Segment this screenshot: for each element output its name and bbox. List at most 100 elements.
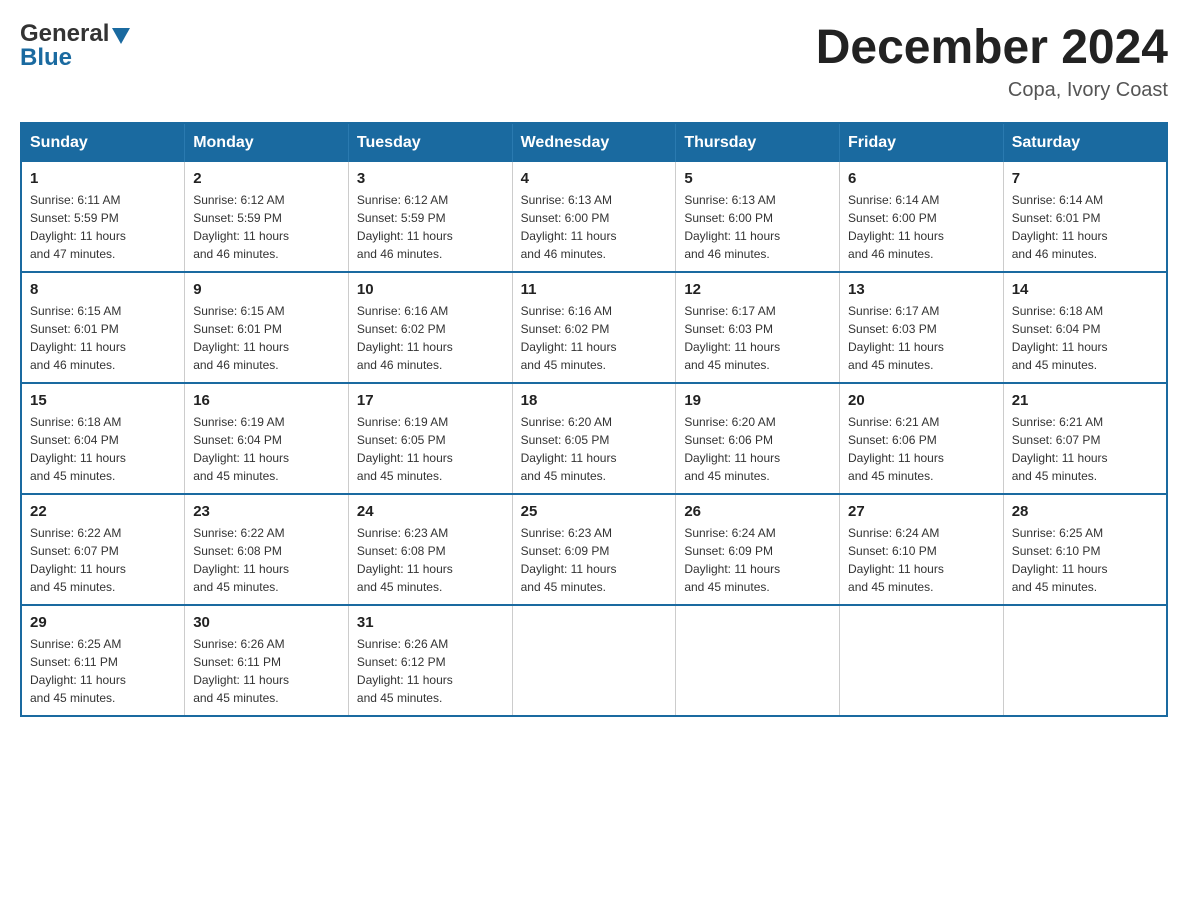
day-info: Sunrise: 6:25 AMSunset: 6:10 PMDaylight:…: [1012, 524, 1158, 596]
weekday-header-friday: Friday: [840, 123, 1004, 162]
day-number: 12: [684, 281, 831, 298]
calendar-cell: 20 Sunrise: 6:21 AMSunset: 6:06 PMDayligh…: [840, 383, 1004, 494]
calendar-week-row: 8 Sunrise: 6:15 AMSunset: 6:01 PMDaylight…: [21, 272, 1167, 383]
day-number: 20: [848, 392, 995, 409]
day-info: Sunrise: 6:17 AMSunset: 6:03 PMDaylight:…: [848, 302, 995, 374]
calendar-cell: 27Sunrise: 6:24 AMSunset: 6:10 PMDayligh…: [840, 494, 1004, 605]
calendar-cell: 1Sunrise: 6:11 AMSunset: 5:59 PMDaylight…: [21, 162, 185, 272]
day-number: 2: [193, 170, 340, 187]
day-info: Sunrise: 6:26 AMSunset: 6:11 PMDaylight:…: [193, 635, 340, 707]
calendar-cell: [512, 605, 676, 716]
calendar-cell: 15 Sunrise: 6:18 AMSunset: 6:04 PMDayligh…: [21, 383, 185, 494]
weekday-header-monday: Monday: [185, 123, 349, 162]
calendar-cell: 9 Sunrise: 6:15 AMSunset: 6:01 PMDaylight…: [185, 272, 349, 383]
location: Copa, Ivory Coast: [816, 79, 1168, 102]
day-info: Sunrise: 6:17 AMSunset: 6:03 PMDaylight:…: [684, 302, 831, 374]
day-number: 24: [357, 503, 504, 520]
day-info: Sunrise: 6:26 AMSunset: 6:12 PMDaylight:…: [357, 635, 504, 707]
day-info: Sunrise: 6:19 AMSunset: 6:04 PMDaylight:…: [193, 413, 340, 485]
month-title: December 2024: [816, 20, 1168, 75]
day-info: Sunrise: 6:20 AMSunset: 6:06 PMDaylight:…: [684, 413, 831, 485]
day-info: Sunrise: 6:13 AMSunset: 6:00 PMDaylight:…: [521, 191, 668, 263]
calendar-cell: 8Sunrise: 6:15 AMSunset: 6:01 PMDaylight…: [21, 272, 185, 383]
day-info: Sunrise: 6:13 AMSunset: 6:00 PMDaylight:…: [684, 191, 831, 263]
calendar-cell: 2 Sunrise: 6:12 AMSunset: 5:59 PMDaylight…: [185, 162, 349, 272]
calendar-cell: 13 Sunrise: 6:17 AMSunset: 6:03 PMDayligh…: [840, 272, 1004, 383]
logo-blue-text: Blue: [20, 44, 72, 72]
calendar-week-row: 1Sunrise: 6:11 AMSunset: 5:59 PMDaylight…: [21, 162, 1167, 272]
day-info: Sunrise: 6:23 AMSunset: 6:09 PMDaylight:…: [521, 524, 668, 596]
calendar-cell: 6Sunrise: 6:14 AMSunset: 6:00 PMDaylight…: [840, 162, 1004, 272]
day-number: 15: [30, 392, 176, 409]
day-info: Sunrise: 6:21 AMSunset: 6:06 PMDaylight:…: [848, 413, 995, 485]
day-number: 7: [1012, 170, 1158, 187]
calendar-cell: [676, 605, 840, 716]
calendar-cell: 16 Sunrise: 6:19 AMSunset: 6:04 PMDayligh…: [185, 383, 349, 494]
day-number: 16: [193, 392, 340, 409]
day-info: Sunrise: 6:23 AMSunset: 6:08 PMDaylight:…: [357, 524, 504, 596]
calendar-cell: 26 Sunrise: 6:24 AMSunset: 6:09 PMDayligh…: [676, 494, 840, 605]
day-info: Sunrise: 6:15 AMSunset: 6:01 PMDaylight:…: [193, 302, 340, 374]
calendar-cell: 10 Sunrise: 6:16 AMSunset: 6:02 PMDayligh…: [348, 272, 512, 383]
logo-arrow-icon: [112, 28, 130, 44]
day-number: 29: [30, 614, 176, 631]
day-number: 13: [848, 281, 995, 298]
calendar-week-row: 22Sunrise: 6:22 AMSunset: 6:07 PMDayligh…: [21, 494, 1167, 605]
calendar-week-row: 29Sunrise: 6:25 AMSunset: 6:11 PMDayligh…: [21, 605, 1167, 716]
day-number: 27: [848, 503, 995, 520]
day-number: 5: [684, 170, 831, 187]
day-info: Sunrise: 6:12 AMSunset: 5:59 PMDaylight:…: [357, 191, 504, 263]
day-number: 23: [193, 503, 340, 520]
calendar-cell: 5 Sunrise: 6:13 AMSunset: 6:00 PMDaylight…: [676, 162, 840, 272]
day-number: 11: [521, 281, 668, 298]
day-number: 10: [357, 281, 504, 298]
calendar-table: SundayMondayTuesdayWednesdayThursdayFrid…: [20, 122, 1168, 717]
day-info: Sunrise: 6:21 AMSunset: 6:07 PMDaylight:…: [1012, 413, 1158, 485]
day-number: 26: [684, 503, 831, 520]
calendar-cell: 30Sunrise: 6:26 AMSunset: 6:11 PMDayligh…: [185, 605, 349, 716]
day-info: Sunrise: 6:18 AMSunset: 6:04 PMDaylight:…: [1012, 302, 1158, 374]
weekday-header-row: SundayMondayTuesdayWednesdayThursdayFrid…: [21, 123, 1167, 162]
day-number: 4: [521, 170, 668, 187]
weekday-header-tuesday: Tuesday: [348, 123, 512, 162]
calendar-cell: 18 Sunrise: 6:20 AMSunset: 6:05 PMDayligh…: [512, 383, 676, 494]
calendar-cell: 21 Sunrise: 6:21 AMSunset: 6:07 PMDayligh…: [1003, 383, 1167, 494]
day-number: 3: [357, 170, 504, 187]
calendar-cell: 12 Sunrise: 6:17 AMSunset: 6:03 PMDayligh…: [676, 272, 840, 383]
day-info: Sunrise: 6:19 AMSunset: 6:05 PMDaylight:…: [357, 413, 504, 485]
day-number: 18: [521, 392, 668, 409]
calendar-cell: 31Sunrise: 6:26 AMSunset: 6:12 PMDayligh…: [348, 605, 512, 716]
day-info: Sunrise: 6:22 AMSunset: 6:07 PMDaylight:…: [30, 524, 176, 596]
calendar-week-row: 15 Sunrise: 6:18 AMSunset: 6:04 PMDayligh…: [21, 383, 1167, 494]
day-info: Sunrise: 6:16 AMSunset: 6:02 PMDaylight:…: [357, 302, 504, 374]
calendar-cell: 7 Sunrise: 6:14 AMSunset: 6:01 PMDaylight…: [1003, 162, 1167, 272]
day-info: Sunrise: 6:12 AMSunset: 5:59 PMDaylight:…: [193, 191, 340, 263]
day-number: 8: [30, 281, 176, 298]
day-info: Sunrise: 6:22 AMSunset: 6:08 PMDaylight:…: [193, 524, 340, 596]
day-info: Sunrise: 6:18 AMSunset: 6:04 PMDaylight:…: [30, 413, 176, 485]
day-number: 1: [30, 170, 176, 187]
day-number: 21: [1012, 392, 1158, 409]
calendar-cell: 25Sunrise: 6:23 AMSunset: 6:09 PMDayligh…: [512, 494, 676, 605]
calendar-cell: 11Sunrise: 6:16 AMSunset: 6:02 PMDayligh…: [512, 272, 676, 383]
calendar-cell: [840, 605, 1004, 716]
day-number: 19: [684, 392, 831, 409]
calendar-cell: 19 Sunrise: 6:20 AMSunset: 6:06 PMDayligh…: [676, 383, 840, 494]
day-number: 9: [193, 281, 340, 298]
weekday-header-wednesday: Wednesday: [512, 123, 676, 162]
day-info: Sunrise: 6:20 AMSunset: 6:05 PMDaylight:…: [521, 413, 668, 485]
calendar-cell: 14Sunrise: 6:18 AMSunset: 6:04 PMDayligh…: [1003, 272, 1167, 383]
day-number: 28: [1012, 503, 1158, 520]
title-area: December 2024 Copa, Ivory Coast: [816, 20, 1168, 102]
calendar-cell: 23 Sunrise: 6:22 AMSunset: 6:08 PMDayligh…: [185, 494, 349, 605]
logo: General Blue: [20, 20, 130, 72]
calendar-cell: 29Sunrise: 6:25 AMSunset: 6:11 PMDayligh…: [21, 605, 185, 716]
day-info: Sunrise: 6:24 AMSunset: 6:09 PMDaylight:…: [684, 524, 831, 596]
day-number: 17: [357, 392, 504, 409]
day-info: Sunrise: 6:14 AMSunset: 6:01 PMDaylight:…: [1012, 191, 1158, 263]
day-info: Sunrise: 6:14 AMSunset: 6:00 PMDaylight:…: [848, 191, 995, 263]
page-header: General Blue December 2024 Copa, Ivory C…: [20, 20, 1168, 102]
calendar-cell: 24 Sunrise: 6:23 AMSunset: 6:08 PMDayligh…: [348, 494, 512, 605]
calendar-cell: 3 Sunrise: 6:12 AMSunset: 5:59 PMDaylight…: [348, 162, 512, 272]
weekday-header-sunday: Sunday: [21, 123, 185, 162]
